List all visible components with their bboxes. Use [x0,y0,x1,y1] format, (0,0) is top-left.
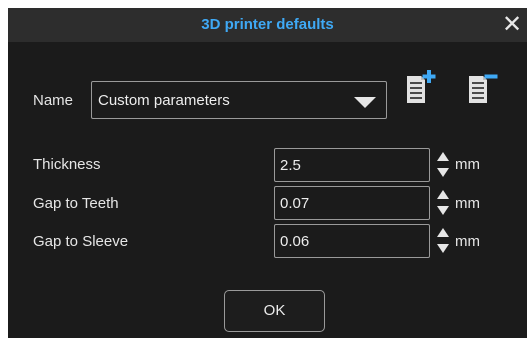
thickness-field[interactable] [274,148,430,182]
name-label: Name [33,92,74,109]
gap-to-teeth-input[interactable] [280,193,420,213]
title-bar: 3D printer defaults ✕ [8,8,527,42]
gap-to-sleeve-spinner[interactable] [436,224,450,258]
arrow-up-icon [437,152,449,161]
arrow-up-icon [437,228,449,237]
add-parameters-button[interactable] [404,70,436,106]
printer-defaults-dialog: 3D printer defaults ✕ Name Custom parame… [8,8,527,338]
remove-parameters-button[interactable] [466,70,498,106]
ok-button[interactable]: OK [224,290,325,332]
gap-to-sleeve-label: Gap to Sleeve [33,233,129,250]
name-dropdown-value: Custom parameters [98,92,230,109]
close-button[interactable]: ✕ [499,11,525,39]
thickness-input[interactable] [280,155,420,175]
gap-to-teeth-field[interactable] [274,186,430,220]
chevron-down-icon [354,97,376,108]
dialog-title: 3D printer defaults [201,16,334,33]
thickness-spinner[interactable] [436,148,450,182]
arrow-down-icon [437,244,449,253]
arrow-down-icon [437,168,449,177]
arrow-up-icon [437,190,449,199]
gap-to-teeth-label: Gap to Teeth [33,195,119,212]
name-dropdown[interactable]: Custom parameters [91,81,387,119]
close-icon: ✕ [501,11,523,38]
thickness-unit: mm [455,156,480,173]
gap-to-teeth-unit: mm [455,195,480,212]
gap-to-sleeve-unit: mm [455,233,480,250]
remove-parameters-icon [469,74,498,103]
add-parameters-icon [407,70,436,103]
gap-to-teeth-spinner[interactable] [436,186,450,220]
thickness-label: Thickness [33,156,101,173]
gap-to-sleeve-field[interactable] [274,224,430,258]
gap-to-sleeve-input[interactable] [280,231,420,251]
arrow-down-icon [437,206,449,215]
